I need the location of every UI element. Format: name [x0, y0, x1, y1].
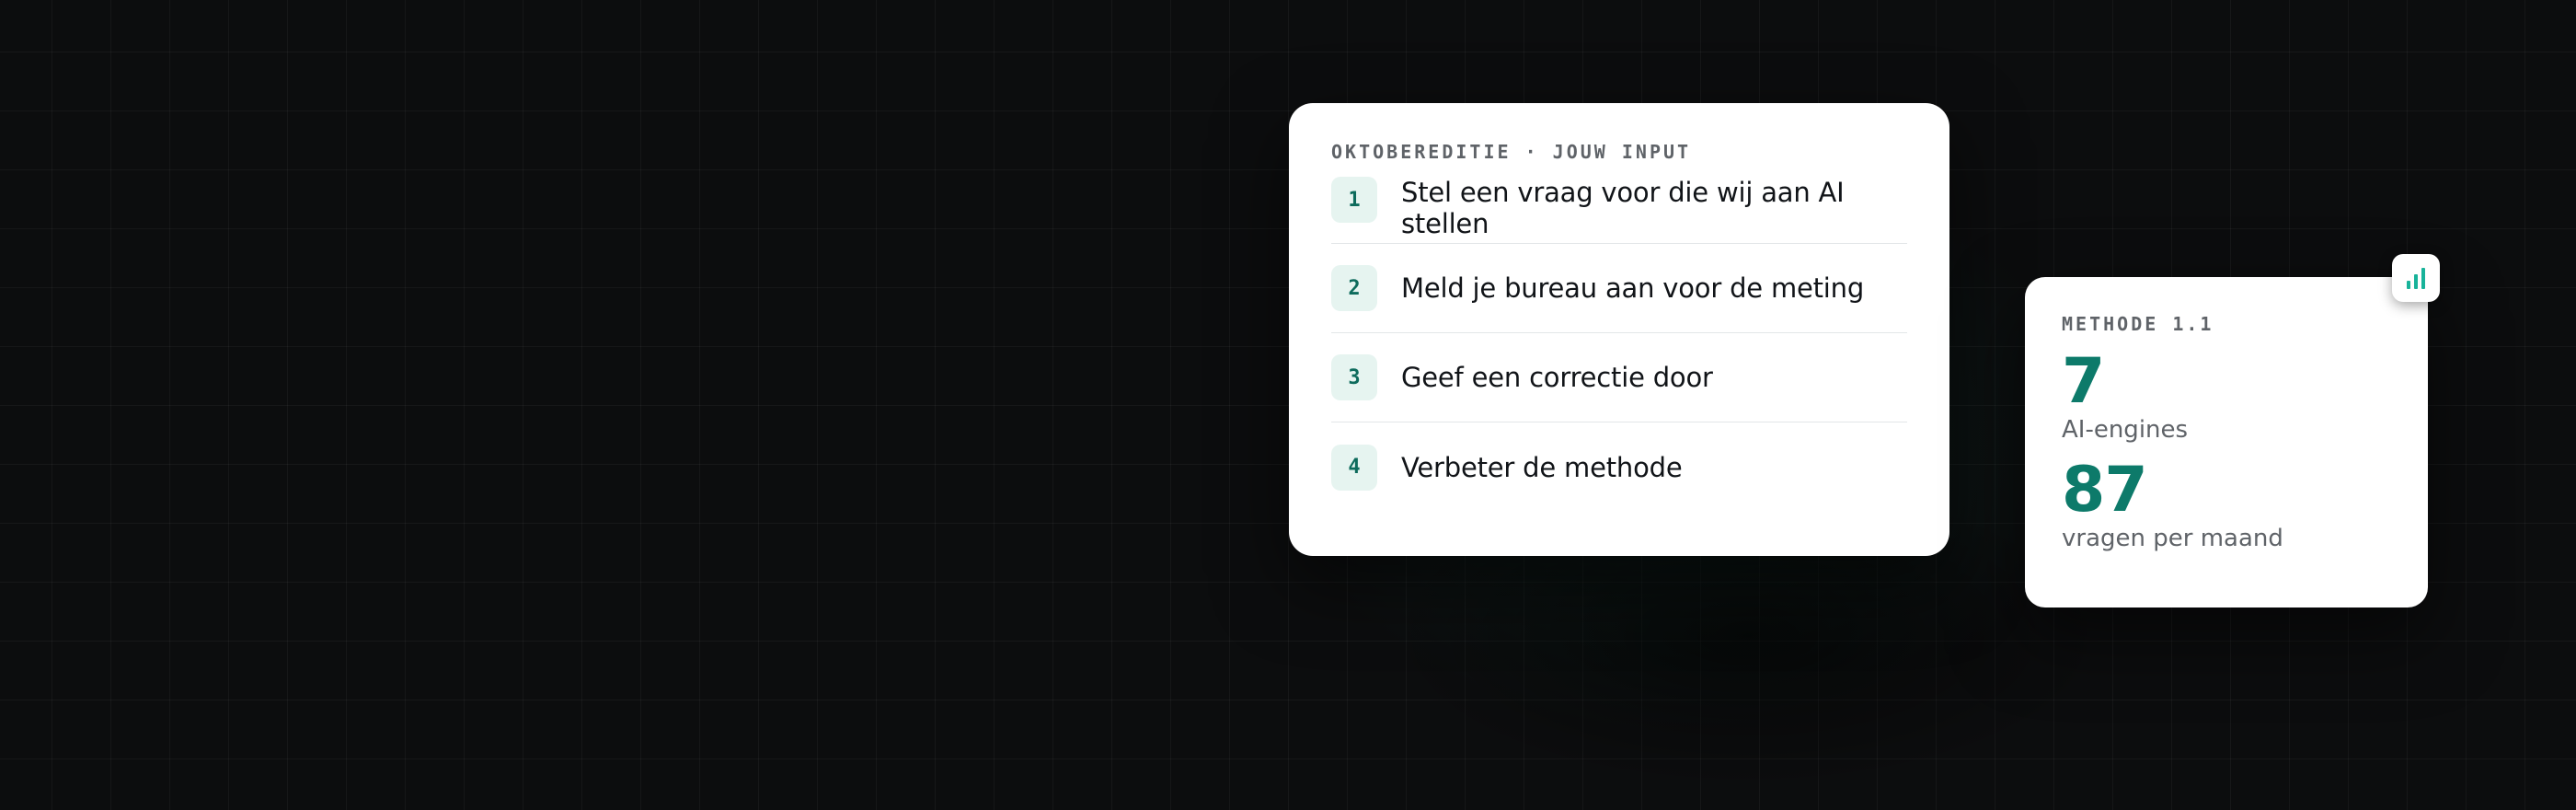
questions-count: 87	[2062, 454, 2148, 526]
step-label: Meld je bureau aan voor de meting	[1401, 272, 1865, 304]
step-item[interactable]: 1 Stel een vraag voor die wij aan AI ste…	[1331, 177, 1907, 244]
chart-badge	[2392, 254, 2440, 302]
engines-count: 7	[2062, 345, 2105, 418]
step-number-badge: 2	[1331, 265, 1377, 311]
bar-chart-icon	[2407, 268, 2425, 289]
step-label: Verbeter de methode	[1401, 451, 1683, 483]
engines-label: AI-engines	[2062, 416, 2189, 444]
questions-label: vragen per maand	[2062, 525, 2283, 552]
method-card: METHODE 1.1 7 AI-engines 87 vragen per m…	[2025, 277, 2428, 608]
input-card-eyebrow: OKTOBEREDITIE · JOUW INPUT	[1331, 141, 1692, 163]
step-number-badge: 4	[1331, 444, 1377, 491]
input-card: OKTOBEREDITIE · JOUW INPUT 1 Stel een vr…	[1289, 103, 1949, 556]
method-card-eyebrow: METHODE 1.1	[2062, 313, 2214, 335]
step-item[interactable]: 4 Verbeter de methode	[1331, 422, 1907, 512]
step-item[interactable]: 3 Geef een correctie door	[1331, 333, 1907, 422]
step-label: Stel een vraag voor die wij aan AI stell…	[1401, 177, 1845, 239]
step-item[interactable]: 2 Meld je bureau aan voor de meting	[1331, 244, 1907, 333]
step-number-badge: 3	[1331, 354, 1377, 400]
step-label: Geef een correctie door	[1401, 362, 1713, 393]
step-number-badge: 1	[1331, 177, 1377, 223]
steps-list: 1 Stel een vraag voor die wij aan AI ste…	[1331, 177, 1907, 512]
